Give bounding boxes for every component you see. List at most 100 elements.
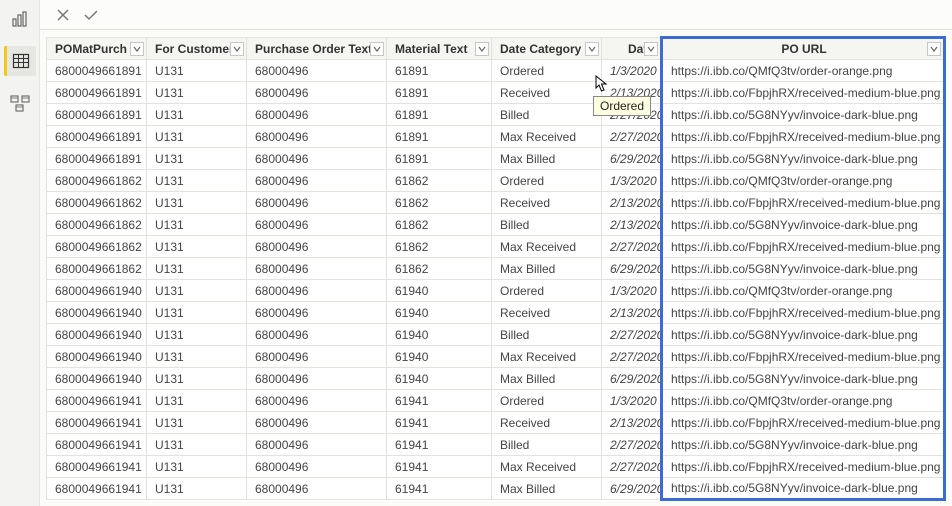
cell-mat: 61862 — [387, 258, 492, 280]
check-icon — [83, 8, 99, 22]
cell-date: 2/27/2020 — [602, 324, 662, 346]
cell-pot: 68000496 — [247, 214, 387, 236]
table-row[interactable]: 6800049661941U1316800049661941Ordered1/3… — [47, 390, 945, 412]
table-row[interactable]: 6800049661941U1316800049661941Max Billed… — [47, 478, 945, 500]
cell-po: 6800049661862 — [47, 192, 147, 214]
cell-url: https://i.ibb.co/FbpjhRX/received-medium… — [662, 236, 945, 258]
cell-customer: U131 — [147, 192, 247, 214]
table-row[interactable]: 6800049661862U1316800049661862Billed2/13… — [47, 214, 945, 236]
column-filter-icon[interactable] — [927, 42, 941, 56]
cell-date: 2/27/2020 — [602, 126, 662, 148]
table-row[interactable]: 6800049661891U1316800049661891Billed2/27… — [47, 104, 945, 126]
cell-date: 2/13/2020 — [602, 412, 662, 434]
column-filter-icon[interactable] — [230, 42, 244, 56]
column-header[interactable]: POMatPurch — [47, 38, 147, 60]
cell-po: 6800049661862 — [47, 258, 147, 280]
data-view-button[interactable] — [4, 46, 36, 76]
cell-customer: U131 — [147, 236, 247, 258]
cell-category: Billed — [492, 324, 602, 346]
cell-pot: 68000496 — [247, 148, 387, 170]
cell-url: https://i.ibb.co/5G8NYyv/invoice-dark-bl… — [662, 478, 945, 500]
commit-formula-button[interactable] — [80, 4, 102, 26]
cell-url: https://i.ibb.co/QMfQ3tv/order-orange.pn… — [662, 280, 945, 302]
table-row[interactable]: 6800049661941U1316800049661941Max Receiv… — [47, 456, 945, 478]
column-header[interactable]: Date Category — [492, 38, 602, 60]
column-header[interactable]: For Customer — [147, 38, 247, 60]
table-row[interactable]: 6800049661862U1316800049661862Ordered1/3… — [47, 170, 945, 192]
cell-category: Received — [492, 412, 602, 434]
column-label: Material Text — [395, 42, 467, 56]
cell-po: 6800049661941 — [47, 412, 147, 434]
column-label: Date Category — [500, 42, 581, 56]
cell-url: https://i.ibb.co/5G8NYyv/invoice-dark-bl… — [662, 258, 945, 280]
cell-mat: 61862 — [387, 170, 492, 192]
cell-pot: 68000496 — [247, 368, 387, 390]
table-row[interactable]: 6800049661862U1316800049661862Max Receiv… — [47, 236, 945, 258]
cell-mat: 61891 — [387, 148, 492, 170]
cell-category: Ordered — [492, 170, 602, 192]
cell-url: https://i.ibb.co/FbpjhRX/received-medium… — [662, 82, 945, 104]
cell-po: 6800049661940 — [47, 302, 147, 324]
column-header[interactable]: Date — [602, 38, 662, 60]
cell-date: 6/29/2020 — [602, 478, 662, 500]
column-filter-icon[interactable] — [585, 42, 599, 56]
cell-url: https://i.ibb.co/FbpjhRX/received-medium… — [662, 302, 945, 324]
table-row[interactable]: 6800049661891U1316800049661891Max Receiv… — [47, 126, 945, 148]
cell-date: 2/13/2020 — [602, 302, 662, 324]
cell-po: 6800049661941 — [47, 478, 147, 500]
cell-url: https://i.ibb.co/5G8NYyv/invoice-dark-bl… — [662, 214, 945, 236]
cell-url: https://i.ibb.co/5G8NYyv/invoice-dark-bl… — [662, 104, 945, 126]
bar-chart-icon — [11, 10, 29, 28]
table-row[interactable]: 6800049661940U1316800049661940Max Receiv… — [47, 346, 945, 368]
cell-pot: 68000496 — [247, 170, 387, 192]
column-header[interactable]: PO URL — [662, 38, 945, 60]
column-filter-icon[interactable] — [130, 42, 144, 56]
cancel-formula-button[interactable] — [52, 4, 74, 26]
cell-customer: U131 — [147, 126, 247, 148]
cell-category: Max Billed — [492, 368, 602, 390]
cell-url: https://i.ibb.co/QMfQ3tv/order-orange.pn… — [662, 170, 945, 192]
table-row[interactable]: 6800049661941U1316800049661941Billed2/27… — [47, 434, 945, 456]
formula-bar — [40, 0, 952, 30]
cell-date: 2/27/2020 — [602, 456, 662, 478]
model-view-button[interactable] — [4, 88, 36, 118]
column-filter-icon[interactable] — [370, 42, 384, 56]
column-header[interactable]: Material Text — [387, 38, 492, 60]
cell-customer: U131 — [147, 104, 247, 126]
table-row[interactable]: 6800049661891U1316800049661891Ordered1/3… — [47, 60, 945, 82]
table-row[interactable]: 6800049661940U1316800049661940Max Billed… — [47, 368, 945, 390]
column-label: For Customer — [155, 42, 234, 56]
table-row[interactable]: 6800049661891U1316800049661891Received2/… — [47, 82, 945, 104]
cell-url: https://i.ibb.co/5G8NYyv/invoice-dark-bl… — [662, 434, 945, 456]
cell-date: 1/3/2020 — [602, 60, 662, 82]
cell-date: 2/27/2020 — [602, 346, 662, 368]
cell-po: 6800049661891 — [47, 104, 147, 126]
cell-category: Max Billed — [492, 258, 602, 280]
cell-category: Ordered — [492, 280, 602, 302]
data-grid[interactable]: POMatPurch For Customer Purchase Order Tex… — [40, 30, 952, 506]
column-filter-icon[interactable] — [475, 42, 489, 56]
table-row[interactable]: 6800049661941U1316800049661941Received2/… — [47, 412, 945, 434]
cell-category: Max Billed — [492, 148, 602, 170]
cell-customer: U131 — [147, 302, 247, 324]
table-row[interactable]: 6800049661940U1316800049661940Received2/… — [47, 302, 945, 324]
cell-mat: 61940 — [387, 280, 492, 302]
cell-url: https://i.ibb.co/FbpjhRX/received-medium… — [662, 126, 945, 148]
column-header[interactable]: Purchase Order Text — [247, 38, 387, 60]
table-row[interactable]: 6800049661862U1316800049661862Received2/… — [47, 192, 945, 214]
report-view-button[interactable] — [4, 4, 36, 34]
cell-customer: U131 — [147, 434, 247, 456]
column-filter-icon[interactable] — [644, 42, 658, 56]
table-row[interactable]: 6800049661862U1316800049661862Max Billed… — [47, 258, 945, 280]
table-row[interactable]: 6800049661940U1316800049661940Ordered1/3… — [47, 280, 945, 302]
column-label: Purchase Order Text — [255, 42, 372, 56]
cell-pot: 68000496 — [247, 346, 387, 368]
formula-input[interactable] — [108, 5, 940, 25]
table-row[interactable]: 6800049661940U1316800049661940Billed2/27… — [47, 324, 945, 346]
table-row[interactable]: 6800049661891U1316800049661891Max Billed… — [47, 148, 945, 170]
cell-customer: U131 — [147, 258, 247, 280]
cell-url: https://i.ibb.co/FbpjhRX/received-medium… — [662, 346, 945, 368]
cell-date: 2/13/2020 — [602, 192, 662, 214]
cell-po: 6800049661891 — [47, 148, 147, 170]
cell-po: 6800049661941 — [47, 434, 147, 456]
